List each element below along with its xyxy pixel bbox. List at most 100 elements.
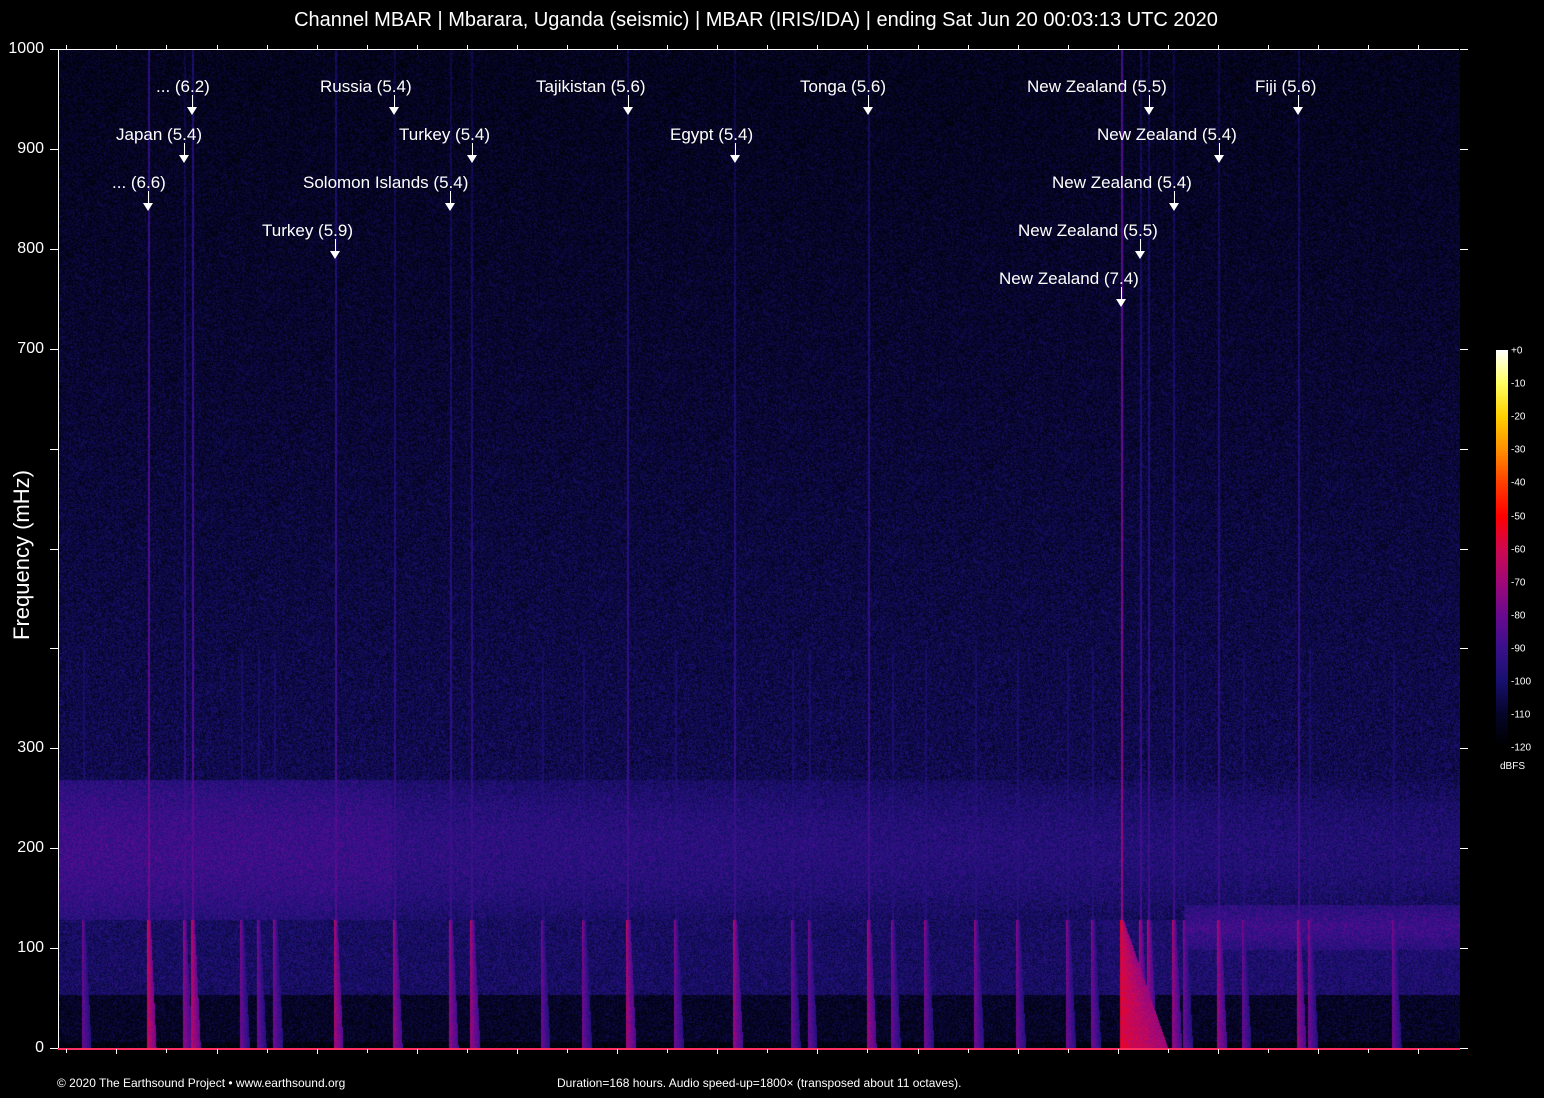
x-tick-top <box>217 45 218 49</box>
x-tick-top <box>767 45 768 49</box>
y-tick-right <box>1460 548 1468 550</box>
x-tick-bottom <box>317 1049 318 1054</box>
arrow-down-icon <box>389 107 399 115</box>
y-tick-label: 300 <box>17 739 44 757</box>
duration-info: Duration=168 hours. Audio speed-up=1800×… <box>557 1076 962 1090</box>
y-tick-left <box>50 49 58 50</box>
x-tick-bottom <box>1068 1049 1069 1053</box>
y-tick-left <box>50 948 58 950</box>
y-tick-right <box>1460 848 1468 850</box>
y-tick-right <box>1460 948 1468 950</box>
event-label: New Zealand (5.5) <box>1027 77 1167 96</box>
x-tick-top <box>517 45 518 49</box>
arrow-down-icon <box>1135 251 1145 259</box>
y-tick-label: 900 <box>17 139 44 157</box>
zero-frequency-line <box>58 1048 1460 1050</box>
colorbar-tick-label: -80 <box>1511 610 1526 622</box>
x-tick-top <box>567 45 568 49</box>
x-tick-top <box>867 45 868 49</box>
x-tick-bottom <box>717 1049 718 1054</box>
y-tick-label: 0 <box>35 1039 44 1056</box>
x-tick-bottom <box>1418 1049 1419 1054</box>
y-tick-left <box>50 848 58 850</box>
x-tick-bottom <box>867 1049 868 1053</box>
x-tick-top <box>1168 45 1169 49</box>
x-tick-top <box>417 45 418 49</box>
x-tick-top <box>1118 45 1119 49</box>
y-tick-left <box>50 748 58 750</box>
x-tick-bottom <box>217 1049 218 1054</box>
event-label: ... (6.2) <box>156 77 210 96</box>
x-tick-bottom <box>1168 1049 1169 1053</box>
y-tick-right <box>1460 348 1468 350</box>
y-tick-right <box>1460 448 1468 450</box>
x-tick-bottom <box>417 1049 418 1054</box>
y-tick-label: 200 <box>17 839 44 857</box>
x-tick-top <box>66 45 67 49</box>
arrow-down-icon <box>1144 107 1154 115</box>
event-label: Egypt (5.4) <box>670 125 754 144</box>
x-tick-bottom <box>968 1049 969 1053</box>
arrow-down-icon <box>330 251 340 259</box>
y-tick-left <box>50 348 58 350</box>
x-tick-bottom <box>1018 1049 1019 1054</box>
x-tick-bottom <box>817 1049 818 1054</box>
x-tick-top <box>367 45 368 49</box>
x-tick-bottom <box>517 1049 518 1054</box>
colorbar-unit: dBFS <box>1500 761 1526 772</box>
x-tick-top <box>918 45 919 49</box>
colorbar-tick-label: -120 <box>1511 742 1532 754</box>
arrow-down-icon <box>445 203 455 211</box>
arrow-down-icon <box>143 203 153 211</box>
y-tick-left <box>50 248 58 250</box>
x-tick-bottom <box>667 1049 668 1053</box>
x-tick-bottom <box>166 1049 167 1053</box>
x-tick-bottom <box>918 1049 919 1054</box>
x-tick-bottom <box>267 1049 268 1053</box>
y-tick-right <box>1460 49 1468 50</box>
y-tick-right <box>1460 148 1468 150</box>
x-tick-top <box>317 45 318 49</box>
event-label: Solomon Islands (5.4) <box>303 173 469 192</box>
arrow-down-icon <box>1293 107 1303 115</box>
colorbar-tick-label: -30 <box>1511 444 1526 456</box>
colorbar <box>1496 350 1508 748</box>
x-tick-bottom <box>116 1049 117 1054</box>
x-tick-bottom <box>1118 1049 1119 1054</box>
x-tick-top <box>267 45 268 49</box>
arrow-down-icon <box>187 107 197 115</box>
event-label: Turkey (5.4) <box>399 125 491 144</box>
arrow-down-icon <box>623 107 633 115</box>
event-label: Fiji (5.6) <box>1255 77 1317 96</box>
y-tick-label: 700 <box>17 339 44 357</box>
x-tick-top <box>667 45 668 49</box>
arrow-down-icon <box>1116 299 1126 307</box>
arrow-down-icon <box>1169 203 1179 211</box>
x-tick-top <box>116 45 117 49</box>
x-tick-bottom <box>767 1049 768 1053</box>
arrow-down-icon <box>730 155 740 163</box>
x-tick-bottom <box>66 1049 67 1053</box>
arrow-down-icon <box>863 107 873 115</box>
y-tick-label: 100 <box>17 939 44 957</box>
event-label: Japan (5.4) <box>116 125 202 144</box>
y-tick-right <box>1460 748 1468 750</box>
y-tick-left <box>50 548 58 550</box>
x-tick-bottom <box>1218 1049 1219 1054</box>
colorbar-tick-label: -110 <box>1511 709 1531 721</box>
event-label: New Zealand (5.5) <box>1018 221 1158 240</box>
x-tick-bottom <box>367 1049 368 1053</box>
colorbar-tick-label: -60 <box>1511 544 1526 556</box>
y-tick-label: 800 <box>17 239 44 257</box>
x-tick-top <box>1418 45 1419 49</box>
colorbar-tick-label: -20 <box>1511 411 1526 423</box>
y-tick-left <box>50 1048 58 1049</box>
x-tick-top <box>1318 45 1319 49</box>
event-label: ... (6.6) <box>112 173 166 192</box>
y-tick-left <box>50 648 58 650</box>
x-tick-top <box>1018 45 1019 49</box>
y-tick-right <box>1460 1048 1468 1049</box>
y-axis-title: Frequency (mHz) <box>9 470 34 640</box>
event-label: Russia (5.4) <box>320 77 412 96</box>
arrow-down-icon <box>467 155 477 163</box>
